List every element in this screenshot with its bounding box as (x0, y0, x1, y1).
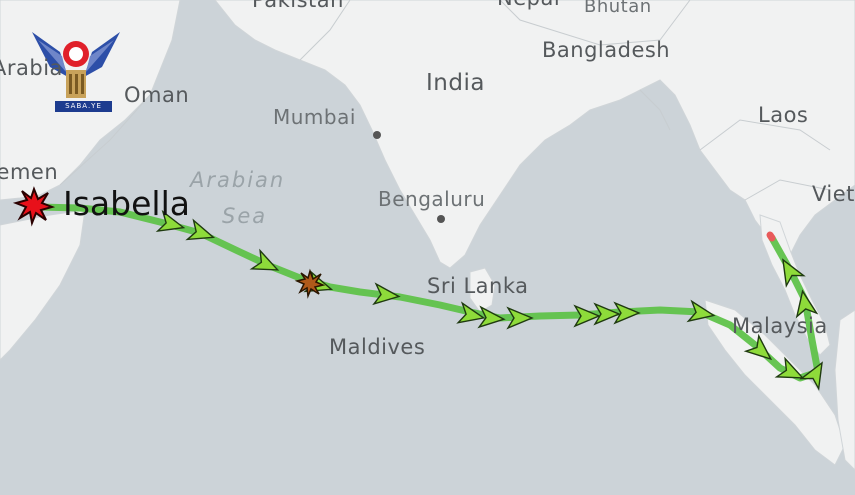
label-mumbai: Mumbai (273, 105, 356, 129)
label-arabian-sea-line1: Arabian (190, 168, 286, 192)
label-sri-lanka: Sri Lanka (427, 274, 529, 298)
label-oman: Oman (124, 83, 190, 107)
label-vietnam: Vietnam (812, 182, 855, 206)
mumbai-dot (373, 131, 381, 139)
vessel-name-label: Isabella (63, 184, 190, 223)
label-maldives: Maldives (329, 335, 426, 359)
label-bangladesh: Bangladesh (542, 38, 671, 62)
logo-caption: SABA.YE (55, 101, 112, 112)
map-view[interactable]: SABA.YE Pakistan Nepal Bhutan Bangladesh… (0, 0, 855, 495)
label-pakistan: Pakistan (252, 0, 344, 12)
bengaluru-dot (437, 215, 445, 223)
label-laos: Laos (758, 103, 809, 127)
label-arabia: Arabia (0, 56, 63, 80)
label-yemen: Yemen (0, 160, 59, 184)
label-india: India (426, 70, 485, 96)
label-bengaluru: Bengaluru (378, 187, 486, 211)
label-malaysia: Malaysia (732, 314, 828, 338)
label-arabian-sea-line2: Sea (222, 204, 268, 228)
label-nepal: Nepal (497, 0, 560, 10)
label-bhutan: Bhutan (584, 0, 652, 17)
